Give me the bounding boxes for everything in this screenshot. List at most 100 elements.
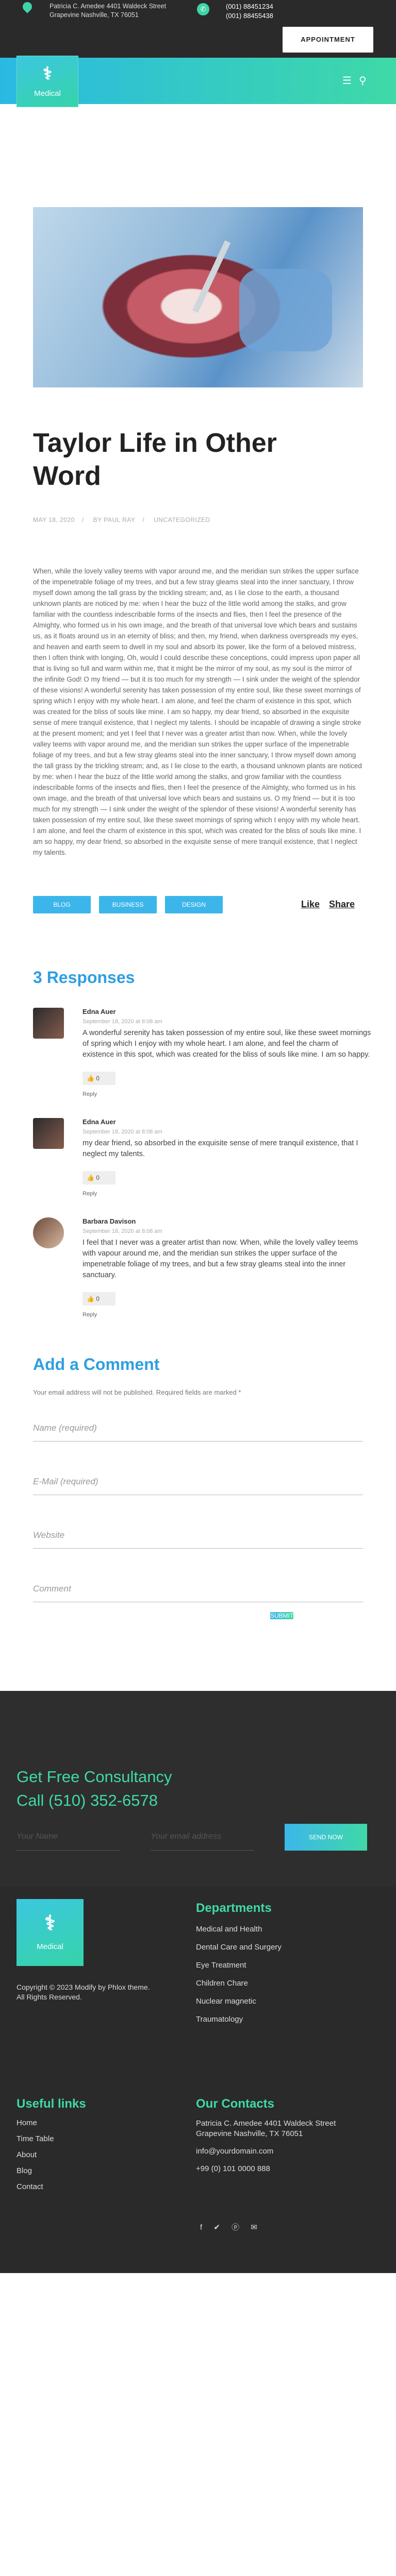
post-title: Taylor Life in Other Word xyxy=(33,428,277,491)
thumbs-up-icon: 👍 xyxy=(87,1174,96,1181)
avatar xyxy=(33,1118,64,1149)
post-meta: MAY 18, 2020/ BY PAUL RAY / UNCATEGORIZED xyxy=(33,516,210,523)
comment-text: A wonderful serenity has taken possessio… xyxy=(82,1029,371,1059)
submit-button[interactable]: SUBMIT xyxy=(270,1612,294,1619)
avatar xyxy=(33,1217,64,1248)
share-link[interactable]: Share xyxy=(329,899,355,910)
footer-link-contact[interactable]: Contact xyxy=(16,2182,86,2191)
logo-text: Medical xyxy=(34,89,61,98)
copyright: Copyright © 2023 Modify by Phlox theme. … xyxy=(16,1983,150,2001)
search-icon[interactable]: ⚲ xyxy=(359,75,367,87)
post-author[interactable]: BY PAUL RAY xyxy=(93,516,136,523)
footer-link-timetable[interactable]: Time Table xyxy=(16,2134,86,2143)
useful-links-column: Useful links Home Time Table About Blog … xyxy=(16,2097,86,2191)
tag-business[interactable]: BUSINESS xyxy=(99,896,157,913)
email-field[interactable]: E-Mail (required) xyxy=(33,1462,363,1495)
responses-title: 3 Responses xyxy=(33,968,135,987)
header-icons: ☰ ⚲ xyxy=(342,74,374,87)
comment-author: Barbara Davison xyxy=(82,1217,136,1225)
dental-tool-shape xyxy=(192,240,231,313)
header-phones: (001) 88451234 (001) 88455438 xyxy=(226,2,273,21)
comment-date: September 18, 2020 at 8:08 am xyxy=(82,1019,162,1025)
reply-link[interactable]: Reply xyxy=(82,1091,363,1097)
comment-text: my dear friend, so absorbed in the exqui… xyxy=(82,1139,358,1158)
tag-design[interactable]: DESIGN xyxy=(165,896,223,913)
comment-text: I feel that I never was a greater artist… xyxy=(82,1239,358,1279)
thumbs-up-icon: 👍 xyxy=(87,1075,96,1082)
caduceus-icon: ⚕ xyxy=(42,64,53,83)
like-link[interactable]: Like xyxy=(301,899,320,910)
consult-name-input[interactable]: Your Name xyxy=(16,1824,120,1851)
tag-blog[interactable]: BLOG xyxy=(33,896,91,913)
post-body: When, while the lovely valley teems with… xyxy=(33,567,362,856)
contacts-column: Our Contacts Patricia C. Amedee 4401 Wal… xyxy=(196,2097,371,2174)
footer-email[interactable]: info@yourdomain.com xyxy=(196,2146,371,2157)
consult-email-input[interactable]: Your email address xyxy=(151,1824,254,1851)
address-line-2: Grapevine Nashville, TX 76051 xyxy=(50,11,139,19)
glove-shape xyxy=(239,269,332,351)
comment: Edna Auer September 18, 2020 at 8:08 am … xyxy=(33,1008,371,1097)
comment-date: September 18, 2020 at 8:08 am xyxy=(82,1228,162,1234)
footer-address: Patricia C. Amedee 4401 Waldeck Street G… xyxy=(196,2119,336,2138)
departments-title: Departments xyxy=(196,1901,272,1915)
footer-link-about[interactable]: About xyxy=(16,2150,86,2159)
site-footer: ⚕ Medical Copyright © 2023 Modify by Phl… xyxy=(0,1887,396,2273)
department-link[interactable]: Nuclear magnetic xyxy=(196,1997,282,2006)
add-comment-title: Add a Comment xyxy=(33,1355,160,1374)
thumbs-up-icon: 👍 xyxy=(87,1295,96,1302)
consultancy-section: Get Free Consultancy Call (510) 352-6578 … xyxy=(0,1691,396,1887)
consult-phone: Call (510) 352-6578 xyxy=(16,1791,158,1809)
consult-form: Your Name Your email address SEND NOW xyxy=(16,1824,380,1852)
footer-phone[interactable]: +99 (0) 101 0000 888 xyxy=(196,2164,371,2174)
contacts-title: Our Contacts xyxy=(196,2097,275,2111)
consult-heading: Get Free Consultancy Call (510) 352-6578 xyxy=(16,1765,380,1812)
top-bar: Patricia C. Amedee 4401 Waldeck Street G… xyxy=(0,0,396,58)
department-link[interactable]: Dental Care and Surgery xyxy=(196,1943,282,1952)
post-tags: BLOG BUSINESS DESIGN Like Share xyxy=(33,896,363,914)
send-now-button[interactable]: SEND NOW xyxy=(285,1824,367,1851)
post-date[interactable]: MAY 18, 2020 xyxy=(33,516,75,523)
comment: Barbara Davison September 18, 2020 at 8:… xyxy=(33,1217,363,1318)
footer-link-home[interactable]: Home xyxy=(16,2119,86,2127)
name-field[interactable]: Name (required) xyxy=(33,1409,363,1442)
footer-logo[interactable]: ⚕ Medical xyxy=(16,1899,84,1966)
reply-link[interactable]: Reply xyxy=(82,1191,363,1197)
reply-link[interactable]: Reply xyxy=(82,1312,363,1318)
comment-field[interactable]: Comment xyxy=(33,1569,363,1602)
site-header: ⚕ Medical ☰ ⚲ xyxy=(0,56,396,107)
useful-links-title: Useful links xyxy=(16,2097,86,2111)
comment-date: September 18, 2020 at 8:08 am xyxy=(82,1129,162,1135)
footer-logo-text: Medical xyxy=(37,1942,63,1951)
location-pin-icon xyxy=(21,0,34,13)
required-note: Your email address will not be published… xyxy=(33,1388,241,1396)
social-icons[interactable]: f ✔ ⓟ ✉ xyxy=(200,2222,257,2232)
department-link[interactable]: Traumatology xyxy=(196,2015,282,2024)
department-link[interactable]: Children Chare xyxy=(196,1979,282,1988)
like-count: 0 xyxy=(96,1174,100,1181)
post-category[interactable]: UNCATEGORIZED xyxy=(154,516,210,523)
comment-like-button[interactable]: 👍 0 xyxy=(82,1171,116,1184)
phone-2[interactable]: (001) 88455438 xyxy=(226,11,273,21)
footer-link-blog[interactable]: Blog xyxy=(16,2166,86,2175)
comment-like-button[interactable]: 👍 0 xyxy=(82,1072,116,1085)
phone-icon: ✆ xyxy=(197,3,209,15)
consult-line-1: Get Free Consultancy xyxy=(16,1768,172,1786)
caduceus-icon: ⚕ xyxy=(44,1912,56,1935)
department-link[interactable]: Eye Treatment xyxy=(196,1961,282,1970)
phone-1[interactable]: (001) 88451234 xyxy=(226,2,273,11)
like-count: 0 xyxy=(96,1295,100,1302)
menu-icon[interactable]: ☰ xyxy=(342,75,352,87)
header-address: Patricia C. Amedee 4401 Waldeck Street G… xyxy=(50,2,166,20)
appointment-button[interactable]: APPOINTMENT xyxy=(283,27,373,53)
departments-column: Departments Medical and Health Dental Ca… xyxy=(196,1901,282,2024)
like-count: 0 xyxy=(96,1075,100,1082)
avatar xyxy=(33,1008,64,1039)
site-logo[interactable]: ⚕ Medical xyxy=(16,56,78,107)
department-link[interactable]: Medical and Health xyxy=(196,1925,282,1934)
comment-like-button[interactable]: 👍 0 xyxy=(82,1292,116,1306)
post-article: Taylor Life in Other Word MAY 18, 2020/ … xyxy=(0,207,396,1629)
comment-author: Edna Auer xyxy=(82,1118,116,1126)
comment: Edna Auer September 18, 2020 at 8:08 am … xyxy=(33,1118,363,1197)
website-field[interactable]: Website xyxy=(33,1516,363,1549)
post-featured-image xyxy=(33,207,363,387)
